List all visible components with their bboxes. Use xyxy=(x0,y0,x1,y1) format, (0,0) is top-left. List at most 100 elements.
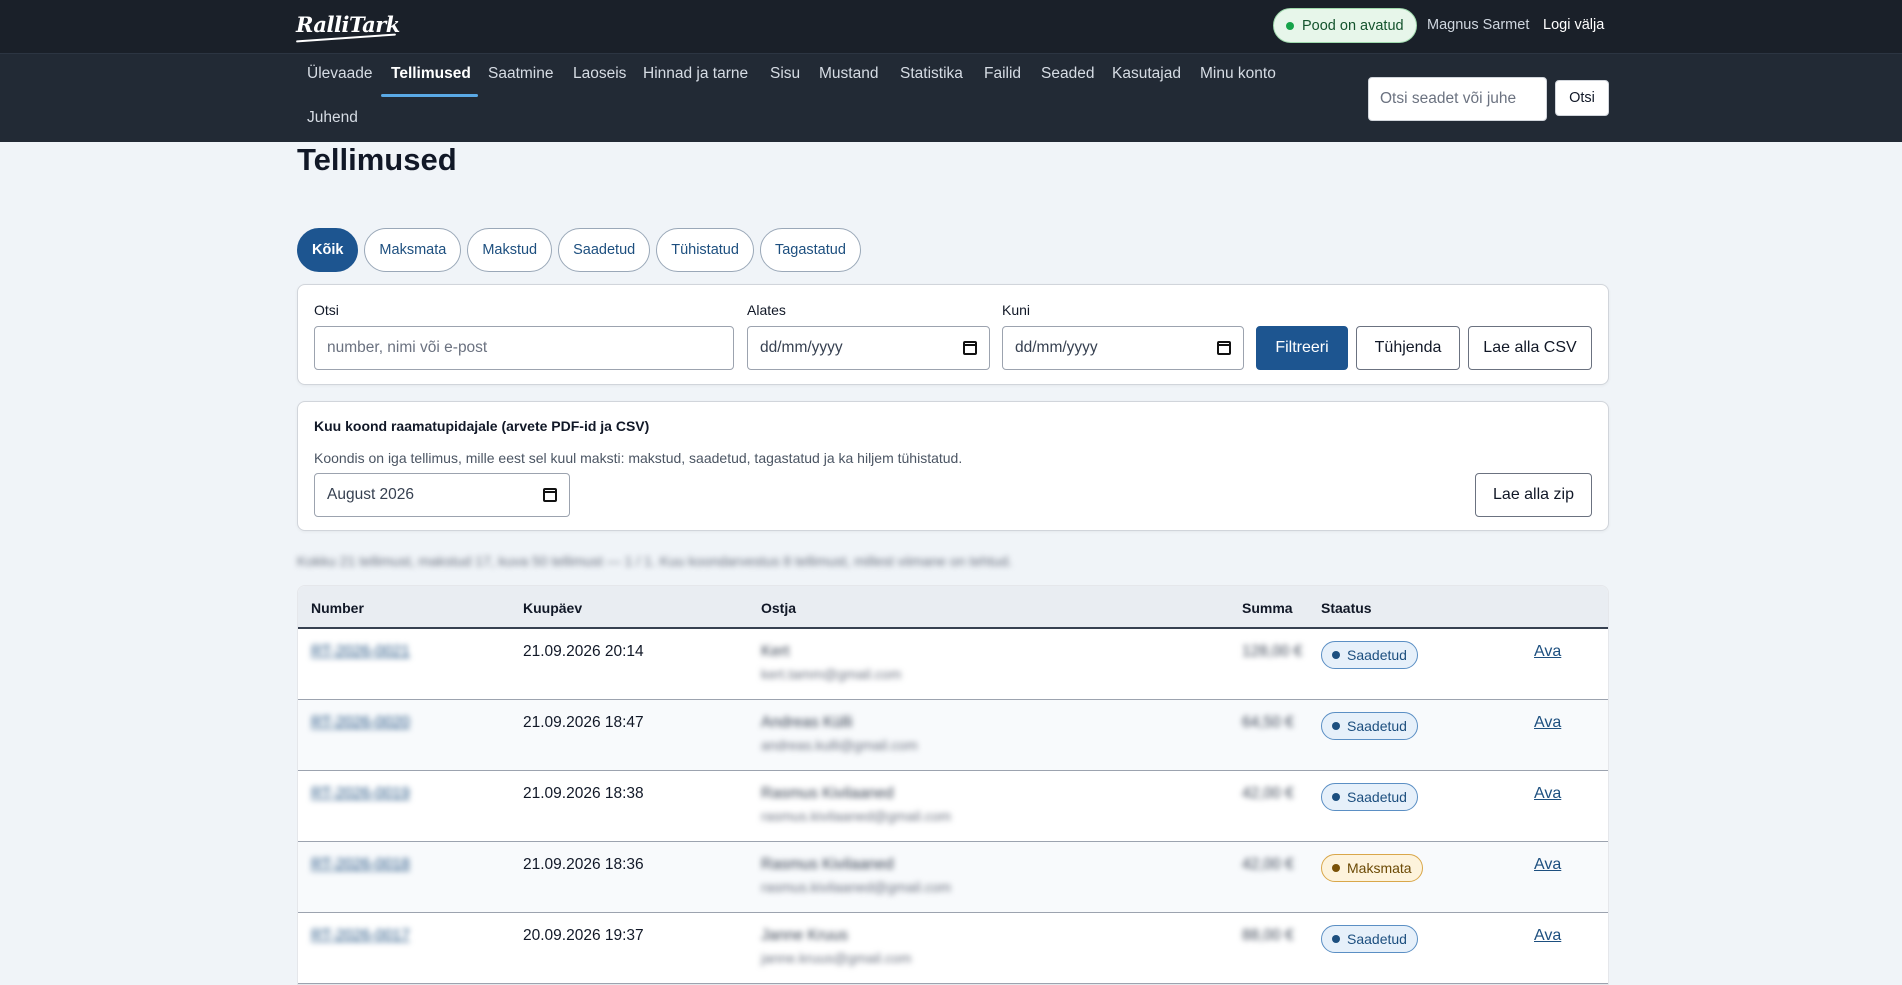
orders-summary-text: Kokku 21 tellimust, makstud 17, kuva 50 … xyxy=(297,553,1013,569)
nav-search-button[interactable]: Otsi xyxy=(1555,80,1609,116)
to-date-placeholder: dd/mm/yyyy xyxy=(1015,339,1098,356)
calendar-icon[interactable] xyxy=(1217,341,1231,355)
order-sum: 64,50 € xyxy=(1242,714,1294,731)
nav-item-stock[interactable]: Laoseis xyxy=(573,65,626,83)
month-picker[interactable]: August 2026 xyxy=(314,473,570,517)
table-row[interactable]: RT-2026-0017 20.09.2026 19:37 Janne Kruu… xyxy=(298,913,1608,984)
nav-item-settings[interactable]: Seaded xyxy=(1041,65,1094,83)
status-dot-icon xyxy=(1332,864,1340,872)
nav-item-shipping[interactable]: Saatmine xyxy=(488,65,553,83)
tab-sent[interactable]: Saadetud xyxy=(558,228,651,272)
status-label: Saadetud xyxy=(1347,931,1407,947)
order-sum: 42,00 € xyxy=(1242,785,1294,802)
column-header-status[interactable]: Staatus xyxy=(1321,600,1372,616)
open-order-link[interactable]: Ava xyxy=(1534,927,1561,945)
status-badge: Maksmata xyxy=(1321,854,1423,882)
nav-item-content[interactable]: Sisu xyxy=(770,65,800,83)
column-header-number[interactable]: Number xyxy=(311,600,364,616)
table-header: Number Kuupäev Ostja Summa Staatus xyxy=(298,586,1608,629)
buyer-email: rasmus.kivilaaned@gmail.com xyxy=(761,808,952,824)
status-dot-icon xyxy=(1332,651,1340,659)
tab-unpaid[interactable]: Maksmata xyxy=(364,228,462,272)
main-nav: Ülevaade Tellimused Saatmine Laoseis Hin… xyxy=(0,53,1902,142)
status-badge: Saadetud xyxy=(1321,641,1418,669)
buyer-email: rasmus.kivilaaned@gmail.com xyxy=(761,879,952,895)
order-sum: 42,00 € xyxy=(1242,856,1294,873)
nav-item-statistics[interactable]: Statistika xyxy=(900,65,963,83)
download-csv-button[interactable]: Lae alla CSV xyxy=(1468,326,1592,370)
buyer-name: Janne Kruus xyxy=(761,927,849,944)
month-value: August 2026 xyxy=(327,486,415,503)
table-row[interactable]: RT-2026-0020 21.09.2026 18:47 Andreas Kü… xyxy=(298,700,1608,771)
from-date-placeholder: dd/mm/yyyy xyxy=(760,339,843,356)
nav-item-orders[interactable]: Tellimused xyxy=(391,65,471,83)
nav-item-guide[interactable]: Juhend xyxy=(307,109,358,127)
column-header-date[interactable]: Kuupäev xyxy=(523,600,582,616)
column-header-buyer[interactable]: Ostja xyxy=(761,600,796,616)
to-date-input[interactable]: dd/mm/yyyy xyxy=(1002,326,1244,370)
nav-search-input[interactable] xyxy=(1368,77,1547,121)
filter-panel: Otsi number, nimi või e-post Alates dd/m… xyxy=(297,284,1609,385)
status-badge: Saadetud xyxy=(1321,712,1418,740)
logout-link[interactable]: Logi välja xyxy=(1543,17,1604,33)
from-date-label: Alates xyxy=(747,302,786,318)
download-zip-button[interactable]: Lae alla zip xyxy=(1475,473,1592,517)
clear-button[interactable]: Tühjenda xyxy=(1356,326,1460,370)
buyer-name: Kert xyxy=(761,643,790,660)
order-search-input[interactable]: number, nimi või e-post xyxy=(314,326,734,370)
search-label: Otsi xyxy=(314,302,339,318)
calendar-icon[interactable] xyxy=(543,488,557,502)
table-row[interactable]: RT-2026-0018 21.09.2026 18:36 Rasmus Kiv… xyxy=(298,842,1608,913)
order-date: 20.09.2026 19:37 xyxy=(523,927,644,944)
order-date: 21.09.2026 18:36 xyxy=(523,856,644,873)
filter-button[interactable]: Filtreeri xyxy=(1256,326,1348,370)
order-number-link[interactable]: RT-2026-0021 xyxy=(311,643,410,661)
open-order-link[interactable]: Ava xyxy=(1534,714,1561,732)
tab-all[interactable]: Kõik xyxy=(297,228,359,272)
order-date: 21.09.2026 18:47 xyxy=(523,714,644,731)
store-status-badge[interactable]: Pood on avatud xyxy=(1273,8,1417,43)
orders-table: Number Kuupäev Ostja Summa Staatus RT-20… xyxy=(297,585,1609,985)
status-label: Maksmata xyxy=(1347,860,1412,876)
status-label: Saadetud xyxy=(1347,647,1407,663)
nav-item-my-account[interactable]: Minu konto xyxy=(1200,65,1276,83)
monthly-summary-description: Koondis on iga tellimus, mille eest sel … xyxy=(314,450,963,466)
brand-logo[interactable]: RalliTark xyxy=(296,12,400,37)
order-number-link[interactable]: RT-2026-0019 xyxy=(311,785,410,803)
tab-paid[interactable]: Makstud xyxy=(467,228,553,272)
top-bar: RalliTark Pood on avatud Magnus Sarmet L… xyxy=(0,0,1902,53)
tab-returned[interactable]: Tagastatud xyxy=(759,228,861,272)
order-date: 21.09.2026 18:38 xyxy=(523,785,644,802)
monthly-summary-panel: Kuu koond raamatupidajale (arvete PDF-id… xyxy=(297,401,1609,531)
open-order-link[interactable]: Ava xyxy=(1534,856,1561,874)
order-sum: 128,00 € xyxy=(1242,643,1303,660)
status-label: Saadetud xyxy=(1347,718,1407,734)
nav-item-overview[interactable]: Ülevaade xyxy=(307,65,373,83)
nav-item-draft[interactable]: Mustand xyxy=(819,65,878,83)
order-number-link[interactable]: RT-2026-0020 xyxy=(311,714,410,732)
table-row[interactable]: RT-2026-0021 21.09.2026 20:14 Kert kert.… xyxy=(298,629,1608,700)
buyer-email: kert.tamm@gmail.com xyxy=(761,666,902,682)
buyer-name: Andreas Külli xyxy=(761,714,853,731)
page-title: Tellimused xyxy=(297,142,457,177)
open-order-link[interactable]: Ava xyxy=(1534,785,1561,803)
nav-item-files[interactable]: Failid xyxy=(984,65,1021,83)
store-status-label: Pood on avatud xyxy=(1302,17,1404,34)
from-date-input[interactable]: dd/mm/yyyy xyxy=(747,326,990,370)
to-date-label: Kuni xyxy=(1002,302,1031,318)
order-number-link[interactable]: RT-2026-0017 xyxy=(311,927,410,945)
status-dot-icon xyxy=(1286,21,1294,30)
status-tabs: Kõik Maksmata Makstud Saadetud Tühistatu… xyxy=(297,228,861,272)
calendar-icon[interactable] xyxy=(963,341,977,355)
status-dot-icon xyxy=(1332,722,1340,730)
nav-item-users[interactable]: Kasutajad xyxy=(1112,65,1181,83)
tab-cancelled[interactable]: Tühistatud xyxy=(656,228,754,272)
status-dot-icon xyxy=(1332,793,1340,801)
table-row[interactable]: RT-2026-0019 21.09.2026 18:38 Rasmus Kiv… xyxy=(298,771,1608,842)
buyer-email: andreas.kulli@gmail.com xyxy=(761,737,918,753)
buyer-name: Rasmus Kivilaaned xyxy=(761,785,894,802)
order-number-link[interactable]: RT-2026-0018 xyxy=(311,856,410,874)
nav-item-prices[interactable]: Hinnad ja tarne xyxy=(643,65,748,83)
column-header-sum[interactable]: Summa xyxy=(1242,600,1293,616)
open-order-link[interactable]: Ava xyxy=(1534,643,1561,661)
